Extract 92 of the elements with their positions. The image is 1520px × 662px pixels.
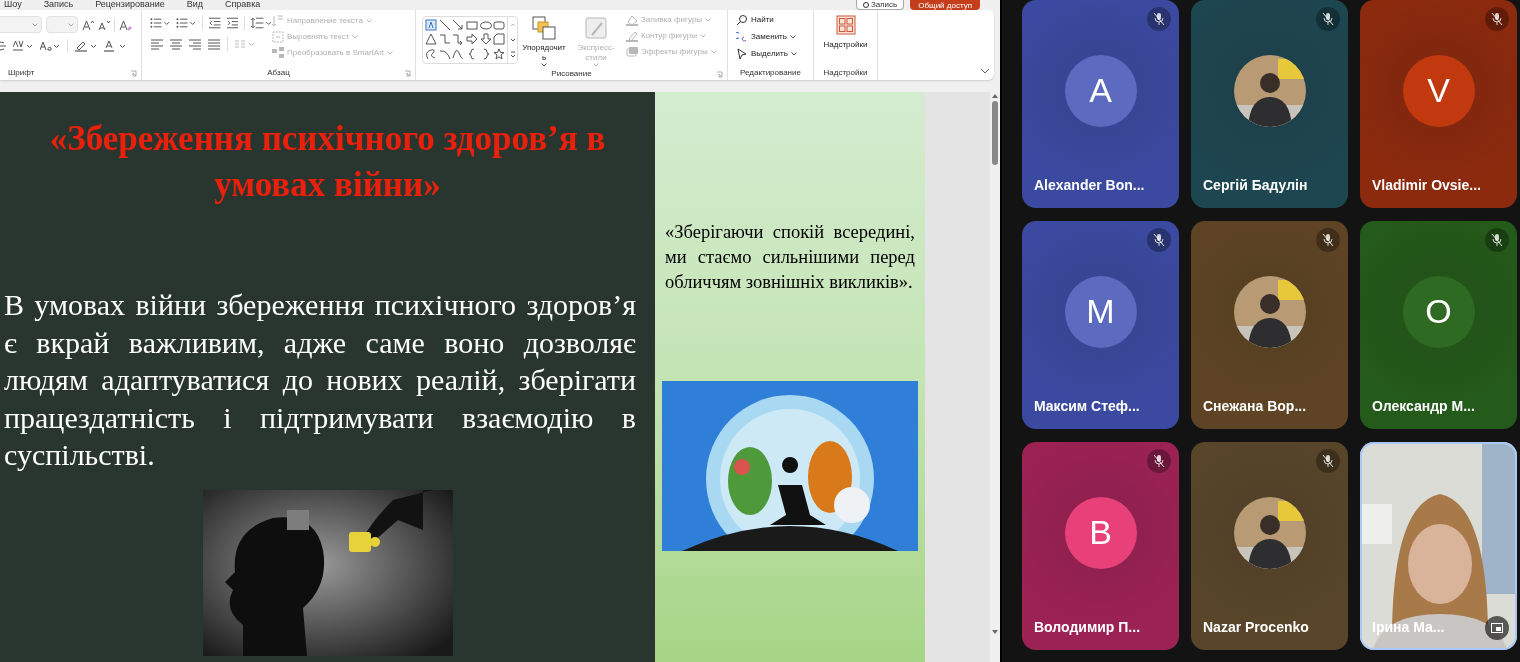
group-label: Абзац [267, 67, 290, 79]
search-icon [736, 14, 748, 26]
menu-item[interactable]: Запись [43, 0, 74, 9]
grow-font-icon[interactable] [82, 18, 94, 31]
caret-icon [365, 19, 372, 23]
avatar: M [1064, 275, 1137, 348]
participant-name: Снежана Вор... [1203, 397, 1307, 416]
participant-name: Олександр М... [1372, 397, 1475, 416]
shrink-font-icon[interactable] [98, 18, 110, 31]
caret-icon [710, 50, 717, 54]
increase-indent-icon[interactable] [226, 17, 238, 29]
share-button[interactable]: Общий доступ [910, 0, 980, 10]
change-case-icon[interactable] [40, 40, 60, 52]
font-color-icon[interactable] [104, 40, 126, 52]
highlighter-icon[interactable] [75, 40, 97, 52]
shape-gallery[interactable] [422, 16, 518, 64]
elbow-arrow-icon[interactable] [452, 33, 465, 46]
caret-icon [789, 35, 796, 39]
replace-icon [736, 31, 748, 43]
caret-icon [32, 22, 38, 27]
add-ins-icon [835, 15, 856, 35]
participant-name: Максим Стеф... [1034, 397, 1140, 416]
avatar: B [1064, 496, 1137, 569]
caret-icon [790, 52, 797, 56]
participant-name: Сергій Бадулін [1203, 176, 1308, 195]
scroll-up-icon[interactable] [991, 92, 999, 100]
scroll-down-icon[interactable] [991, 628, 999, 636]
text-box-icon[interactable] [425, 19, 437, 31]
text-direction-icon [272, 15, 284, 27]
character-spacing-icon[interactable] [13, 40, 33, 52]
slide-body-text: В умовах війни збереження психічного здоров’я є вкрай важливим, адже саме воно дозволяє людям адаптуватися до нових реалій, зберігати працездатність і підтримувати взаємодію в суспільстві. [4, 287, 636, 473]
quick-styles-icon [584, 16, 608, 40]
picture-in-picture-icon[interactable] [1485, 616, 1509, 640]
down-arrow-icon[interactable] [479, 33, 492, 46]
caret-icon [705, 18, 712, 22]
freeform-icon[interactable] [425, 47, 437, 60]
participant-name: Alexander Bon... [1034, 176, 1145, 195]
slide-title: «Збереження психічного здоров’я в умовах війни» [48, 118, 607, 206]
clear-format-icon[interactable] [119, 18, 133, 31]
shape-effects-icon [626, 46, 638, 58]
scrollbar-thumb[interactable] [992, 101, 998, 165]
group-label: Редактирование [740, 67, 801, 79]
triangle-icon[interactable] [425, 33, 437, 46]
menu-item[interactable]: Вид [186, 0, 203, 9]
ribbon-command[interactable]: Надстройки [823, 10, 868, 50]
record-icon [863, 1, 869, 8]
block-arrow-icon[interactable] [466, 33, 478, 46]
menu-item[interactable]: Шоу [4, 0, 22, 9]
curve-icon[interactable] [452, 47, 465, 60]
caret-icon [387, 51, 394, 55]
menu-item[interactable]: Справка [225, 0, 261, 9]
line-spacing-icon[interactable] [250, 17, 272, 29]
arrow-icon[interactable] [452, 19, 465, 31]
align-text-icon [272, 31, 284, 43]
ribbon-command[interactable]: Выделить [736, 48, 797, 60]
caret-icon [68, 22, 74, 27]
ribbon-command[interactable]: Упорядочить [518, 10, 570, 67]
pointer-icon [736, 48, 748, 60]
quote-text: «Зберігаючи спокій всередині, ми стаємо сильнішими перед обличчям зовнішніх викликів». [665, 221, 915, 294]
group-label: Шрифт [8, 67, 35, 79]
arc-icon[interactable] [438, 47, 451, 60]
rounded-rectangle-icon[interactable] [493, 19, 506, 31]
rectangle-icon[interactable] [466, 19, 478, 31]
collapse-ribbon-icon[interactable] [980, 68, 990, 74]
avatar: O [1402, 275, 1475, 348]
participant-name: Володимир П... [1034, 618, 1141, 637]
fill-bucket-icon [626, 14, 638, 26]
caret-icon [352, 35, 359, 39]
numbered-list-icon[interactable] [176, 17, 197, 29]
font-name-field[interactable] [0, 16, 42, 33]
font-size-field[interactable] [46, 16, 78, 33]
participant-name: Nazar Procenko [1203, 618, 1309, 637]
group-label: Рисование [551, 67, 592, 80]
participant-name: Ірина Ма... [1372, 618, 1445, 637]
pen-outline-icon [626, 30, 638, 42]
arrange-icon [532, 16, 556, 40]
caret-icon [593, 63, 599, 67]
line-icon[interactable] [438, 19, 451, 31]
caret-icon [541, 63, 547, 67]
ribbon-command[interactable]: Найти [736, 14, 774, 26]
bulleted-list-icon[interactable] [150, 17, 171, 29]
caret-icon [699, 34, 706, 38]
group-label: Надстройки [823, 67, 868, 79]
avatar: A [1064, 54, 1137, 127]
star-icon[interactable] [493, 47, 506, 60]
ribbon-command[interactable]: Заменить [736, 31, 796, 43]
smartart-icon [272, 47, 284, 59]
participant-name: Vladimir Ovsie... [1372, 176, 1481, 195]
menu-item[interactable]: Рецензирование [95, 0, 165, 9]
decrease-indent-icon[interactable] [209, 17, 221, 29]
oval-icon[interactable] [479, 19, 492, 31]
avatar: V [1402, 54, 1475, 127]
